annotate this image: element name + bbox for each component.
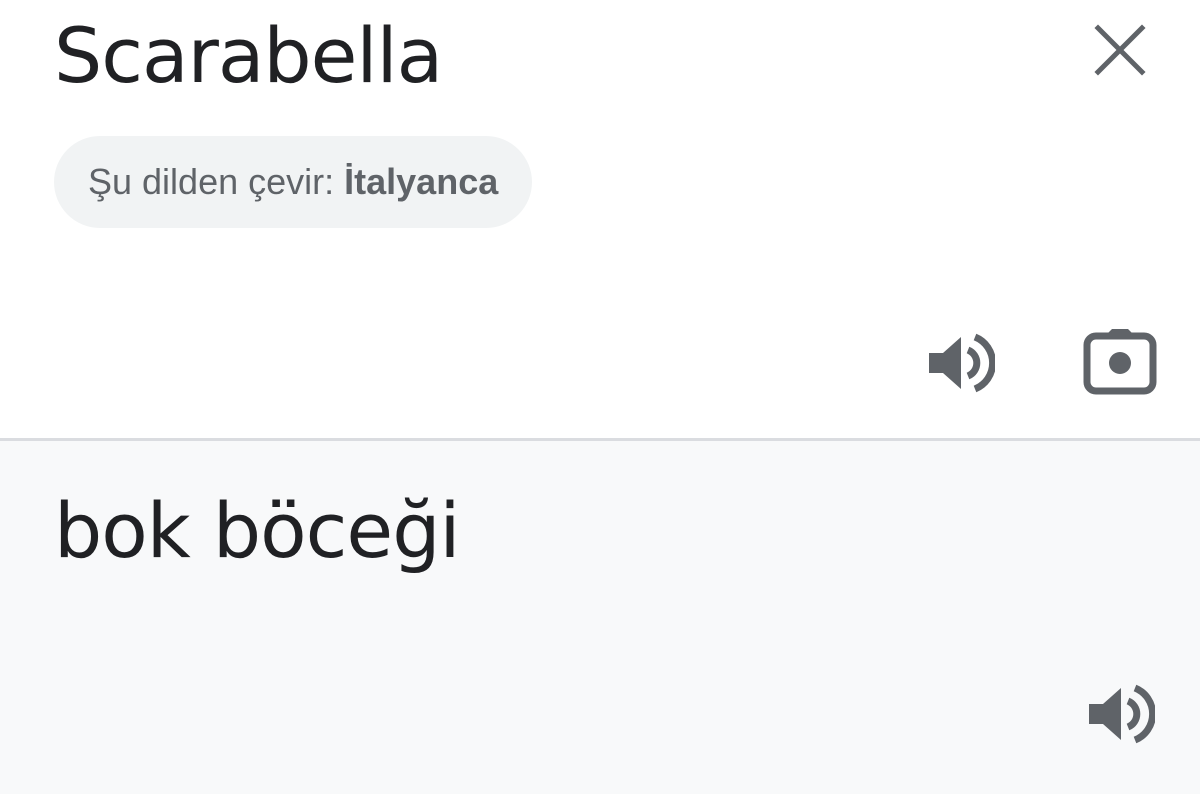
- source-listen-button[interactable]: [922, 330, 998, 400]
- translation-pane: bok böceği: [0, 441, 1200, 794]
- close-button[interactable]: [1090, 22, 1150, 82]
- camera-button[interactable]: [1078, 326, 1162, 402]
- volume-up-icon: [925, 331, 997, 400]
- translation-listen-button[interactable]: [1082, 681, 1158, 751]
- translation-text: bok böceği: [54, 486, 461, 575]
- source-language-chip[interactable]: Şu dilden çevir: İtalyanca: [54, 136, 533, 228]
- source-language-name: İtalyanca: [344, 161, 499, 202]
- volume-up-icon: [1085, 682, 1157, 751]
- close-icon: [1092, 22, 1148, 83]
- language-prefix-label: Şu dilden çevir:: [88, 161, 335, 202]
- source-pane: Scarabella Şu dilden çevir: İtalyanca: [0, 0, 1200, 438]
- camera-icon: [1082, 327, 1158, 402]
- source-text[interactable]: Scarabella: [54, 12, 443, 100]
